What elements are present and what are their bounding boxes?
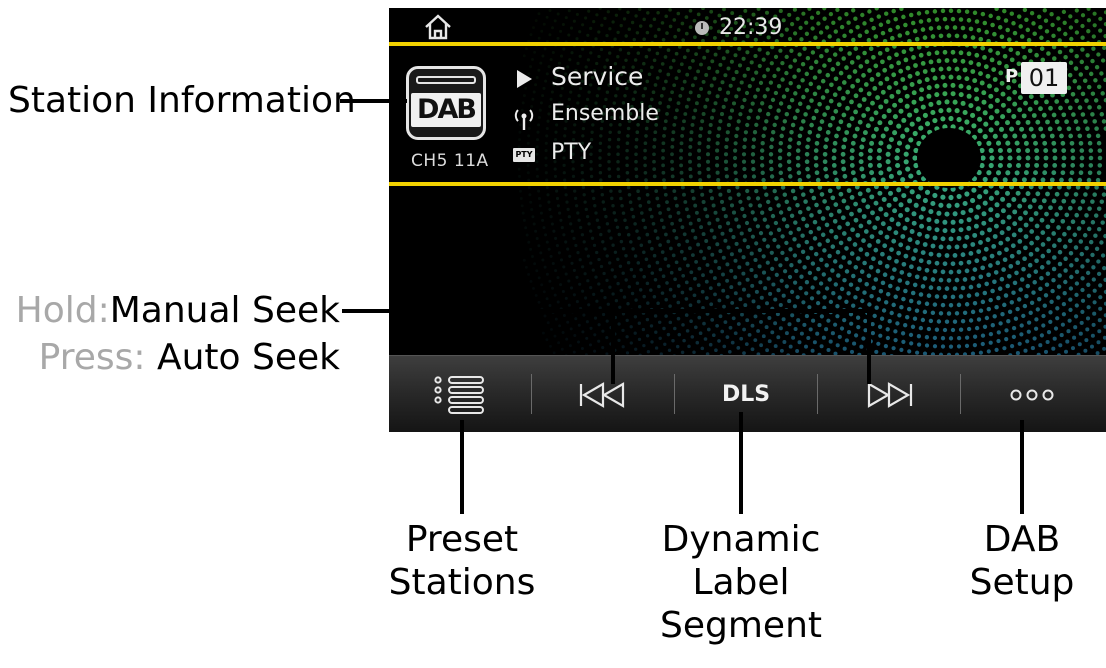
callout-preset-line2: Stations [388, 562, 536, 603]
radio-screen: 22:39 DAB CH5 11A Service Ensemble PTY P… [389, 8, 1106, 432]
more-icon [1010, 389, 1054, 401]
channel-label: CH5 11A [411, 151, 489, 171]
status-bar: 22:39 [389, 8, 1106, 42]
callout-hold-action: Manual Seek [109, 290, 340, 331]
callout-dab-setup: DAB Setup [942, 518, 1102, 604]
seek-forward-button[interactable] [818, 356, 960, 432]
home-icon[interactable] [423, 14, 453, 40]
callout-dls-line2: Label [692, 562, 790, 603]
preset-prefix: P [1005, 66, 1019, 87]
callout-preset-stations: Preset Stations [362, 518, 562, 604]
callout-station-information: Station Information [8, 80, 356, 121]
pty-icon: PTY [513, 148, 535, 162]
dls-label: DLS [721, 382, 771, 407]
callout-hold-prefix: Hold: [15, 290, 110, 331]
clock-icon [695, 21, 709, 35]
ensemble-name: Ensemble [551, 101, 659, 126]
station-info-highlight [389, 42, 1106, 186]
preset-number: 01 [1021, 62, 1067, 94]
dab-setup-button[interactable] [961, 356, 1106, 432]
callout-setup-line1: DAB [983, 519, 1061, 560]
seek-back-button[interactable] [532, 356, 674, 432]
list-icon [434, 376, 484, 414]
skip-forward-icon [867, 382, 913, 408]
callout-press: Press: Auto Seek [39, 336, 340, 379]
control-bar: DLS [389, 355, 1106, 432]
pty-name: PTY [551, 140, 592, 165]
preset-stations-button[interactable] [389, 356, 531, 432]
callout-press-prefix: Press: [38, 337, 146, 378]
service-name: Service [551, 62, 644, 91]
callout-press-action: Auto Seek [156, 337, 340, 378]
callout-setup-line2: Setup [969, 562, 1075, 603]
callout-dls-line3: Segment [660, 605, 822, 646]
callout-preset-line1: Preset [405, 519, 519, 560]
dls-button[interactable]: DLS [675, 356, 817, 432]
clock-time: 22:39 [719, 15, 783, 40]
skip-back-icon [579, 382, 625, 408]
antenna-icon [514, 109, 534, 130]
dab-logo-text: DAB [411, 93, 481, 127]
play-icon [517, 70, 532, 88]
callout-dls-line1: Dynamic [661, 519, 821, 560]
callout-hold: Hold:Manual Seek [16, 289, 340, 332]
dab-logo-bar [416, 76, 476, 84]
callout-dls: Dynamic Label Segment [621, 518, 861, 647]
dab-logo: DAB [406, 66, 486, 140]
